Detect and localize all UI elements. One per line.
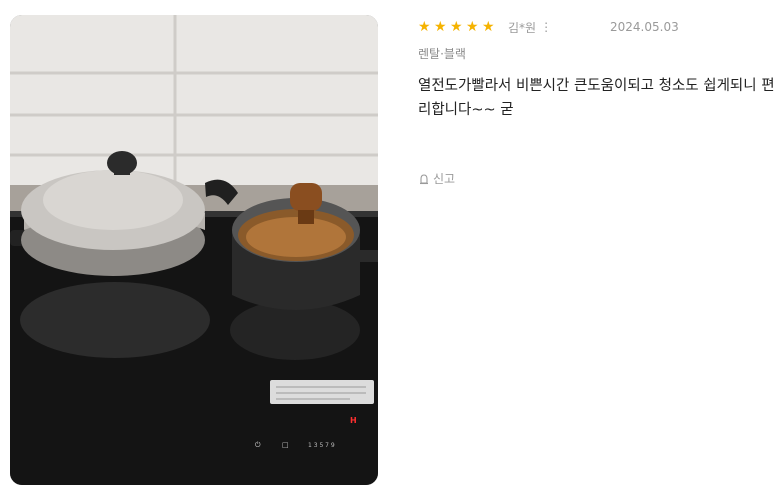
- report-button[interactable]: 신고: [418, 170, 455, 187]
- svg-text:⏻: ⏻: [255, 441, 261, 449]
- star-icon: ★: [434, 19, 447, 35]
- star-icon: ★: [482, 19, 495, 35]
- purchase-option: 렌탈·블랙: [418, 47, 466, 61]
- review-date: 2024.05.03: [610, 20, 679, 34]
- review-text: 열전도가빨라서 비쁜시간 큰도움이되고 청소도 쉽게되니 편리합니다~~ 굳: [418, 78, 775, 118]
- star-icon: ★: [466, 19, 479, 35]
- svg-text:H: H: [350, 416, 357, 425]
- svg-text:1 3 5 7 9: 1 3 5 7 9: [308, 442, 335, 449]
- review-content: ★ ★ ★ ★ ★ 김*원 ⋮ 2024.05.03 렌탈·블랙 열전도가빨라서…: [418, 0, 778, 498]
- report-icon: [420, 173, 428, 184]
- report-label: 신고: [433, 172, 456, 186]
- svg-text:□: □: [282, 441, 289, 449]
- review-header: ★ ★ ★ ★ ★ 김*원 ⋮ 2024.05.03: [418, 17, 778, 37]
- review-photo[interactable]: ⏻ □ 1 3 5 7 9 H: [10, 15, 378, 485]
- rating-stars: ★ ★ ★ ★ ★: [418, 20, 496, 34]
- star-icon: ★: [418, 19, 431, 35]
- reviewer-name: 김*원: [508, 20, 537, 35]
- more-options-icon[interactable]: ⋮: [540, 20, 552, 34]
- star-icon: ★: [450, 19, 463, 35]
